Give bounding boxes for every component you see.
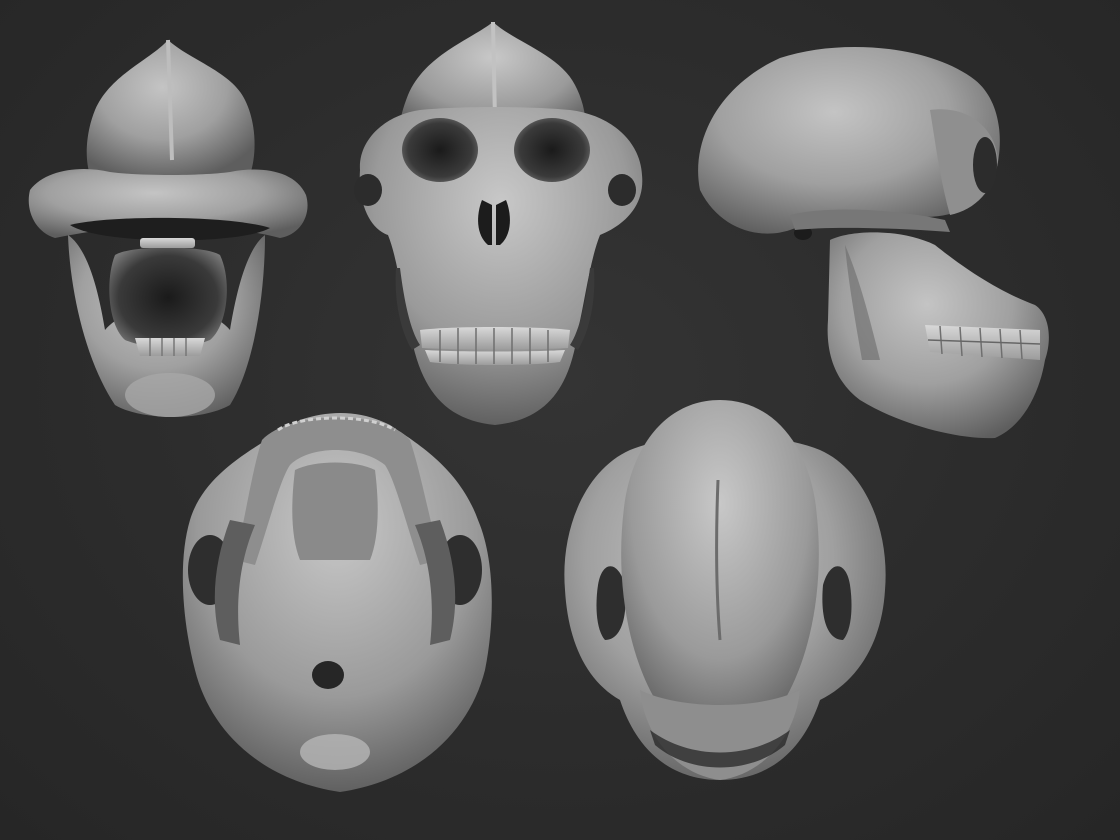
- skull-view-front-open-jaw: [28, 39, 308, 418]
- skull-view-side: [698, 46, 1049, 439]
- skull-view-front: [354, 21, 643, 425]
- skull-view-top: [564, 400, 886, 780]
- skull-renders: [28, 21, 1049, 792]
- sculpt-viewport: [0, 0, 1120, 840]
- skull-view-bottom: [182, 413, 492, 792]
